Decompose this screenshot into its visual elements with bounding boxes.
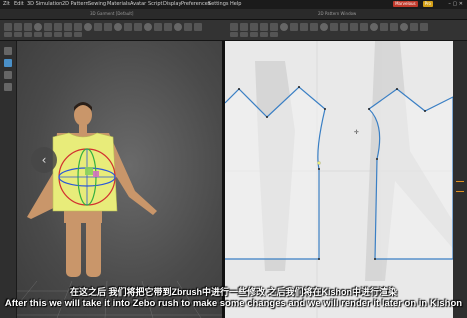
sub-tool-icon[interactable]: [250, 32, 258, 37]
brush-tool-icon[interactable]: [104, 23, 112, 31]
back-pattern-piece[interactable]: [368, 88, 453, 260]
sub-tool-icon[interactable]: [24, 32, 32, 37]
pattern-view-icon[interactable]: [420, 23, 428, 31]
subtitle-english: After this we will take it into Zebo rus…: [4, 298, 463, 309]
edit-point-icon[interactable]: [240, 23, 248, 31]
display-toggle-icon[interactable]: [184, 23, 192, 31]
texture-2d-icon[interactable]: [360, 23, 368, 31]
menu-edit[interactable]: Edit: [14, 1, 24, 7]
texture-tool-icon[interactable]: [74, 23, 82, 31]
menu-file[interactable]: Zlt: [3, 1, 10, 7]
3d-scene: [17, 102, 222, 318]
menu-script[interactable]: Script: [148, 1, 163, 7]
panel-marker: [456, 191, 464, 192]
left-tool-strip: [0, 41, 17, 318]
window-title-strip: 3D Garment [Default] 2D Pattern Window: [0, 9, 467, 20]
menu-display[interactable]: Display: [163, 1, 181, 7]
sub-tool-icon[interactable]: [270, 32, 278, 37]
zipper-tool-icon[interactable]: [134, 23, 142, 31]
menu-help[interactable]: Help: [230, 1, 241, 7]
subtitle-chinese: 在这之后 我们将把它带到Zbrush中进行一些修改 之后我们将在Kishon中进…: [70, 287, 397, 297]
ruler-2d-icon[interactable]: [400, 23, 408, 31]
sub-tool-icon[interactable]: [44, 32, 52, 37]
menu-avatar[interactable]: Avatar: [130, 1, 146, 7]
pin-tool-icon[interactable]: [44, 23, 52, 31]
sub-tool-icon[interactable]: [240, 32, 248, 37]
prev-arrow-button[interactable]: ‹: [31, 147, 57, 173]
tool-icon-bar: [0, 20, 467, 41]
button-tool-icon[interactable]: [144, 23, 152, 31]
avatar-figure[interactable]: [27, 102, 157, 277]
grain-line-icon[interactable]: [410, 23, 418, 31]
sub-tool-icon[interactable]: [34, 32, 42, 37]
pointer-icon[interactable]: [4, 47, 12, 55]
sub-tool-icon[interactable]: [230, 32, 238, 37]
cursor-icon: ✛: [354, 129, 359, 136]
menu-settings[interactable]: Settings: [208, 1, 229, 7]
polygon-tool-icon[interactable]: [260, 23, 268, 31]
2d-pattern-viewport[interactable]: ✛: [225, 41, 453, 318]
curve-point-icon[interactable]: [250, 23, 258, 31]
fold-tool-icon[interactable]: [24, 23, 32, 31]
rectangle-tool-icon[interactable]: [270, 23, 278, 31]
transform-gizmo[interactable]: [58, 148, 116, 206]
menu-sewing[interactable]: Sewing: [88, 1, 106, 7]
camera-icon[interactable]: [174, 23, 182, 31]
tab-3d-garment[interactable]: 3D Garment [Default]: [90, 11, 134, 16]
tack-tool-icon[interactable]: [54, 23, 62, 31]
front-pattern-piece[interactable]: [225, 86, 326, 260]
fold-2d-icon[interactable]: [390, 23, 398, 31]
arrangement-icon[interactable]: [94, 23, 102, 31]
topstitch-tool-icon[interactable]: [154, 23, 162, 31]
3d-garment-viewport[interactable]: ‹: [17, 41, 222, 318]
move-tool-icon[interactable]: [14, 23, 22, 31]
edit-pattern-icon[interactable]: [230, 23, 238, 31]
select-tool-icon[interactable]: [4, 23, 12, 31]
sub-tool-icon[interactable]: [4, 32, 12, 37]
sub-tool-icon[interactable]: [14, 32, 22, 37]
internal-line-icon[interactable]: [290, 23, 298, 31]
notch-tool-icon[interactable]: [380, 23, 388, 31]
measure-tool-icon[interactable]: [64, 23, 72, 31]
view-option-icon[interactable]: [194, 23, 202, 31]
seam-tool-icon[interactable]: [310, 23, 318, 31]
layer-tool-icon[interactable]: [124, 23, 132, 31]
sub-tool-icon[interactable]: [64, 32, 72, 37]
menu-preferences[interactable]: Preferences: [181, 1, 210, 7]
sub-tool-icon[interactable]: [74, 32, 82, 37]
brand-badge[interactable]: Marvelous: [393, 1, 418, 7]
window-controls-icon[interactable]: – ▢ ✕: [448, 1, 463, 7]
simulate-icon[interactable]: [34, 23, 42, 31]
sewing-tool-icon[interactable]: [320, 23, 328, 31]
circle-tool-icon[interactable]: [280, 23, 288, 31]
avatar-tool-icon[interactable]: [84, 23, 92, 31]
segment-sew-icon[interactable]: [330, 23, 338, 31]
graphic-tool-icon[interactable]: [164, 23, 172, 31]
graphic-2d-icon[interactable]: [370, 23, 378, 31]
sub-tool-icon[interactable]: [260, 32, 268, 37]
menu-materials[interactable]: Materials: [107, 1, 130, 7]
sub-tool-icon[interactable]: [54, 32, 62, 37]
zoom-icon[interactable]: [4, 83, 12, 91]
menu-3d-simulation[interactable]: 3D Simulation: [27, 1, 62, 7]
menu-2d-pattern[interactable]: 2D Pattern: [62, 1, 89, 7]
panel-marker: [456, 181, 464, 182]
2d-pattern-canvas: ✛: [225, 41, 453, 318]
active-tool-icon[interactable]: [4, 59, 12, 67]
trim-tool-icon[interactable]: [114, 23, 122, 31]
check-sew-icon[interactable]: [350, 23, 358, 31]
hand-icon[interactable]: [4, 71, 12, 79]
tab-2d-pattern[interactable]: 2D Pattern Window: [318, 11, 356, 16]
right-panel-strip: [453, 41, 467, 318]
pro-badge[interactable]: Pro: [422, 1, 433, 7]
dart-tool-icon[interactable]: [300, 23, 308, 31]
free-sew-icon[interactable]: [340, 23, 348, 31]
menu-bar: Zlt Edit 3D Simulation 2D Pattern Sewing…: [0, 0, 467, 9]
